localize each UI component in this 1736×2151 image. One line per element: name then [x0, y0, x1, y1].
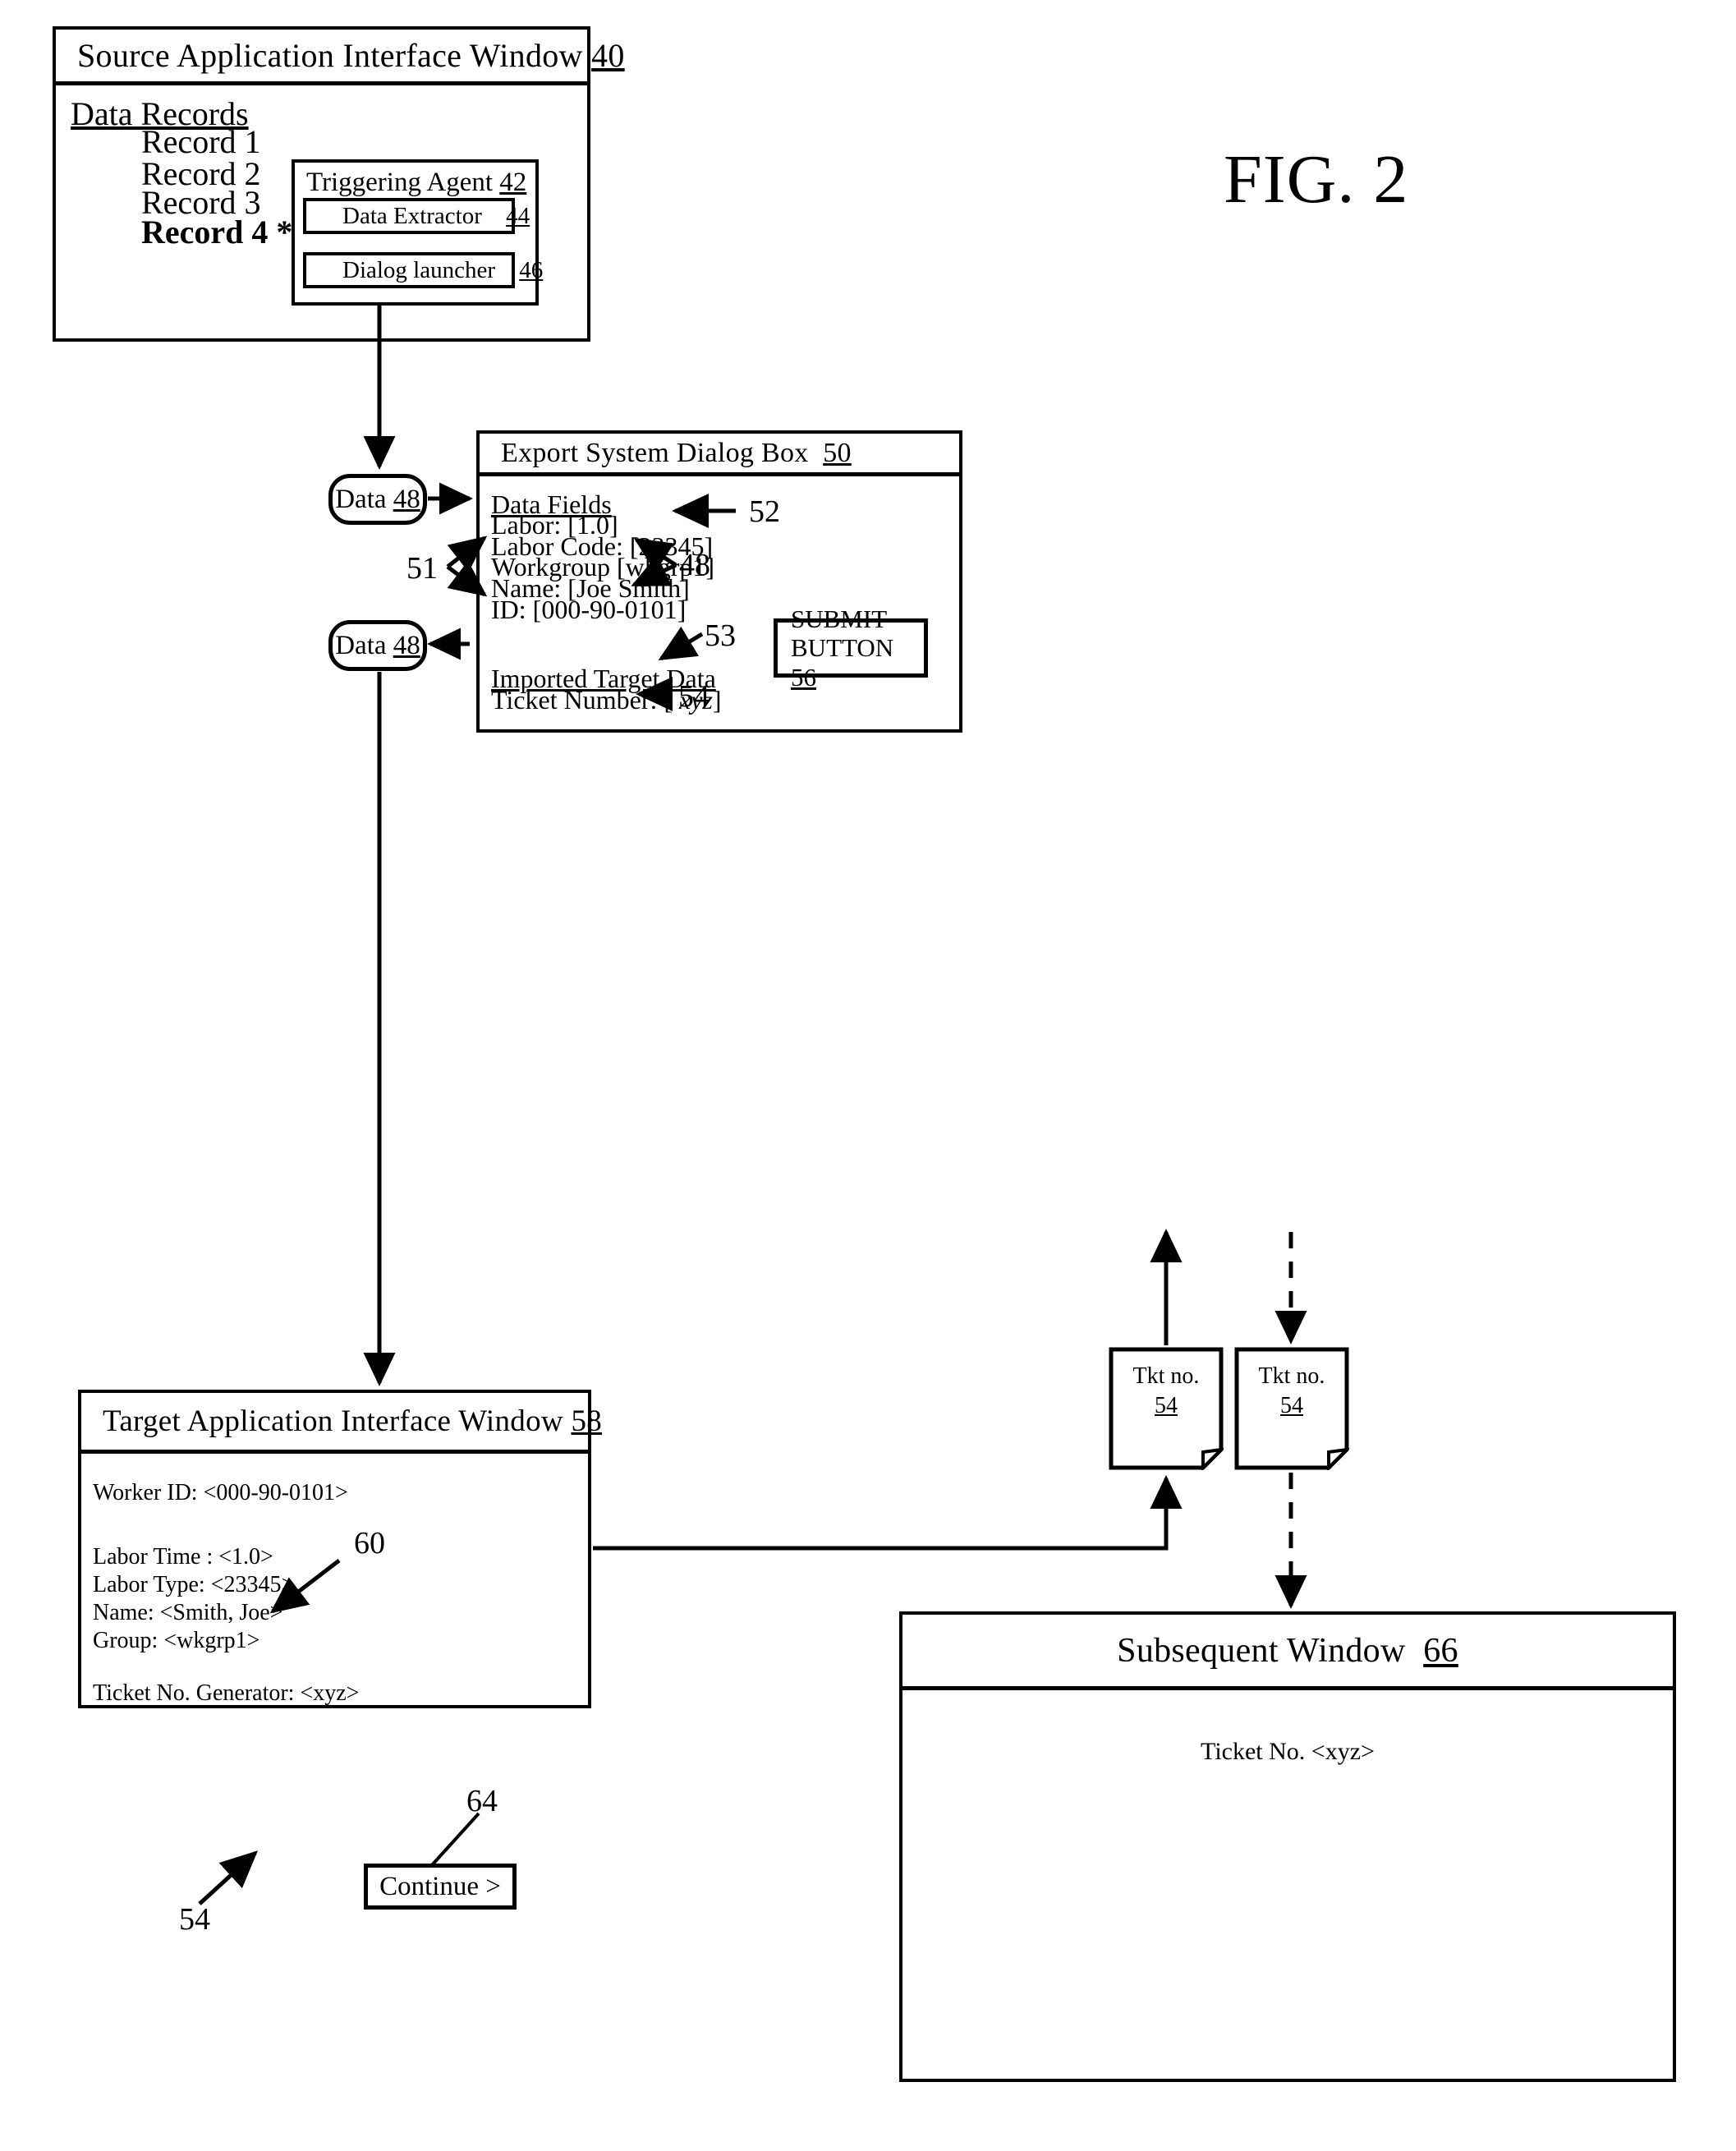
subsequent-window-body-text: Ticket No. <xyz> — [1201, 1738, 1375, 1765]
ref-numeral-60: 60 — [354, 1526, 385, 1560]
record-list-item-4[interactable]: Record 4 * — [141, 214, 292, 251]
ticket-note-left-line2: 54 — [1155, 1393, 1178, 1419]
imported-ticket-number-close: ] — [712, 685, 722, 715]
target-window-title-ref: 58 — [571, 1404, 603, 1438]
ticket-note-right-line1: Tkt no. — [1258, 1363, 1325, 1389]
subsequent-window: Subsequent Window 66 Ticket No. <xyz> — [899, 1611, 1676, 2082]
data-node-upper-ref: 48 — [393, 484, 420, 514]
ticket-note-left: Tkt no. 54 — [1109, 1347, 1226, 1472]
target-worker-id: Worker ID: <000-90-0101> — [93, 1480, 348, 1505]
ref-numeral-54-dialog: 54 — [678, 679, 710, 714]
triggering-agent-title: Triggering Agent 42 — [306, 167, 526, 198]
target-field-labor-time: Labor Time : <1.0> — [93, 1544, 273, 1570]
data-node-upper: Data 48 — [328, 474, 427, 525]
continue-button[interactable]: Continue > — [364, 1864, 517, 1910]
target-field-labor-type: Labor Type: <23345> — [93, 1572, 295, 1597]
data-extractor-label: Data Extractor 44 — [306, 203, 530, 230]
data-node-lower-label: Data 48 — [335, 631, 420, 661]
submit-button[interactable]: SUBMIT BUTTON 56 — [774, 604, 928, 692]
target-window-title-text: Target Application Interface Window — [103, 1404, 563, 1438]
submit-button-ref: 56 — [791, 662, 816, 692]
dialog-launcher-label-text: Dialog launcher — [342, 256, 496, 283]
target-window-title: Target Application Interface Window 58 — [81, 1404, 602, 1439]
target-window-titlebar: Target Application Interface Window 58 — [81, 1393, 602, 1454]
source-window-title-text: Source Application Interface Window — [77, 37, 583, 74]
export-dialog-title-ref: 50 — [823, 437, 852, 468]
continue-button-label: Continue > — [379, 1871, 501, 1901]
target-field-group: Group: <wkgrp1> — [93, 1628, 260, 1653]
ticket-note-left-label: Tkt no. 54 — [1109, 1362, 1224, 1422]
ticket-note-right-line2: 54 — [1280, 1393, 1303, 1419]
subsequent-window-title-ref: 66 — [1423, 1631, 1458, 1670]
target-field-name: Name: <Smith, Joe> — [93, 1600, 283, 1625]
data-node-upper-label: Data 48 — [335, 485, 420, 515]
export-dialog-title-text: Export System Dialog Box — [501, 437, 809, 468]
ref-numeral-51: 51 — [406, 551, 438, 586]
source-window-title-ref: 40 — [591, 37, 625, 74]
data-extractor-box[interactable]: Data Extractor 44 — [303, 198, 530, 234]
triggering-agent-title-text: Triggering Agent — [306, 168, 494, 197]
submit-button-line2: BUTTON — [791, 633, 894, 663]
figure-label: FIG. 2 — [1224, 141, 1409, 218]
ref-numeral-54-target: 54 — [179, 1902, 210, 1937]
submit-button-line1: SUBMIT — [791, 604, 888, 633]
data-extractor-ref: 44 — [506, 202, 530, 229]
data-field-id: ID: [000-90-0101] — [491, 595, 687, 624]
dialog-launcher-ref: 46 — [519, 256, 544, 283]
ref-numeral-64: 64 — [466, 1784, 498, 1818]
source-window-titlebar: Source Application Interface Window 40 — [56, 30, 624, 85]
export-dialog-title: Export System Dialog Box 50 — [480, 438, 852, 469]
data-node-lower: Data 48 — [328, 620, 427, 671]
subsequent-window-titlebar: Subsequent Window 66 — [902, 1615, 1673, 1690]
target-ticket-generator: Ticket No. Generator: <xyz> — [93, 1680, 360, 1706]
ref-numeral-53: 53 — [705, 618, 736, 653]
ticket-note-left-line1: Tkt no. — [1132, 1363, 1200, 1389]
dialog-launcher-box[interactable]: Dialog launcher 46 — [303, 252, 543, 288]
ref-numeral-52: 52 — [749, 494, 780, 529]
patent-figure-page: FIG. 2 Source Application Interface Wind… — [0, 0, 1736, 2151]
data-extractor-label-text: Data Extractor — [342, 202, 482, 229]
data-node-lower-label-text: Data — [335, 630, 387, 660]
data-node-upper-label-text: Data — [335, 484, 387, 514]
subsequent-window-title: Subsequent Window 66 — [1117, 1631, 1458, 1671]
source-window-title: Source Application Interface Window 40 — [56, 36, 625, 75]
export-dialog-titlebar: Export System Dialog Box 50 — [480, 434, 959, 476]
ticket-note-right: Tkt no. 54 — [1234, 1347, 1352, 1472]
triggering-agent-title-ref: 42 — [499, 168, 527, 197]
data-node-lower-ref: 48 — [393, 630, 420, 660]
imported-ticket-number-label: Ticket Number: [ — [491, 685, 680, 715]
submit-button-line2-wrap: BUTTON 56 — [778, 633, 924, 692]
ticket-note-right-label: Tkt no. 54 — [1234, 1362, 1349, 1422]
subsequent-window-title-text: Subsequent Window — [1117, 1631, 1406, 1670]
ref-numeral-48-dialog: 48 — [679, 548, 710, 582]
dialog-launcher-label: Dialog launcher 46 — [306, 257, 543, 284]
